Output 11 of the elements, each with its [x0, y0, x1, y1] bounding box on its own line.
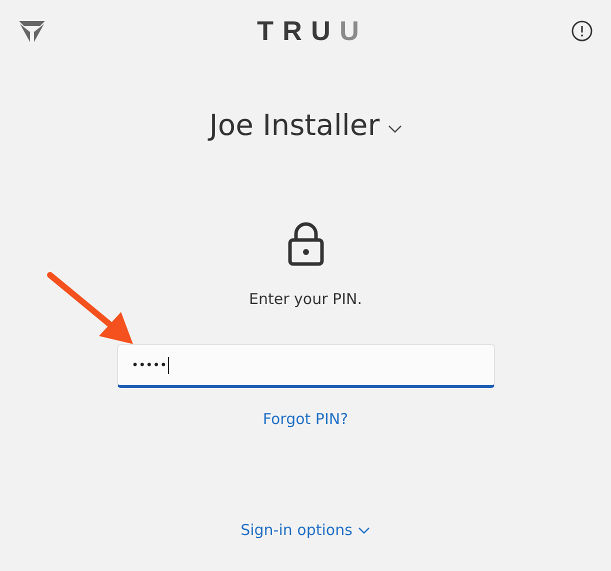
sign-in-options-link[interactable]: Sign-in options: [240, 521, 370, 539]
forgot-pin-link[interactable]: Forgot PIN?: [262, 410, 348, 428]
pin-field[interactable]: •••••: [116, 344, 494, 388]
pin-prompt: Enter your PIN.: [249, 290, 362, 308]
info-icon[interactable]: [571, 20, 593, 42]
logo-icon: [18, 19, 46, 43]
account-selector[interactable]: Joe Installer: [209, 108, 402, 142]
logo: TRU U: [257, 16, 368, 46]
chevron-down-icon: [358, 526, 370, 534]
lock-icon: [286, 222, 324, 266]
chevron-down-icon: [388, 124, 402, 134]
